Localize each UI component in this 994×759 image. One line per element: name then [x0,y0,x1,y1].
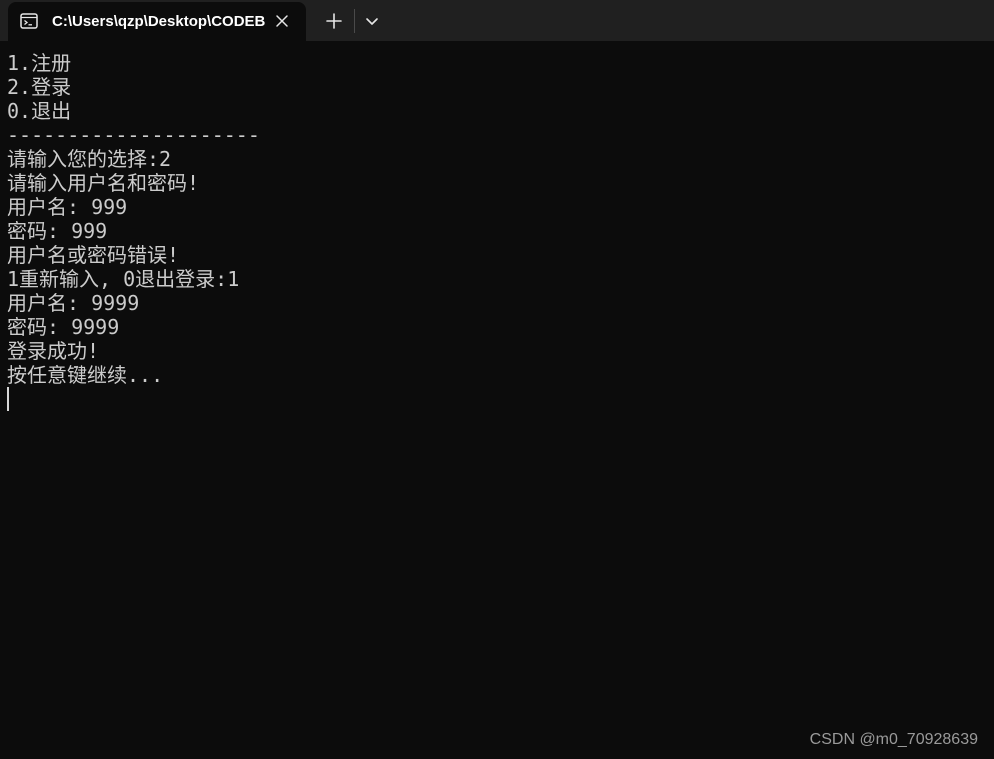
tab-title: C:\Users\qzp\Desktop\CODEB [52,13,266,30]
tab-active[interactable]: C:\Users\qzp\Desktop\CODEB [8,2,306,41]
title-bar: C:\Users\qzp\Desktop\CODEB [0,0,994,41]
console-line: 1.注册 [7,51,72,75]
terminal-icon [20,13,38,29]
console-line: 1重新输入, 0退出登录:1 [7,267,240,291]
console-line: 登录成功! [7,339,100,363]
console-line: 按任意键继续... [7,363,164,387]
chevron-down-icon[interactable] [360,7,384,35]
close-icon[interactable] [272,11,292,31]
plus-icon[interactable] [320,7,348,35]
console-line: --------------------- [7,123,260,147]
console-line: 用户名: 9999 [7,291,140,315]
text-cursor [7,387,9,411]
titlebar-divider [354,9,355,33]
console-line: 0.退出 [7,99,72,123]
console-line: 请输入您的选择:2 [7,147,172,171]
console-line: 用户名: 999 [7,195,128,219]
terminal-window: C:\Users\qzp\Desktop\CODEB 1.注册 2.登录 0.退… [0,0,994,759]
console-line: 请输入用户名和密码! [7,171,200,195]
console-line: 密码: 999 [7,219,108,243]
watermark: CSDN @m0_70928639 [809,731,978,748]
console-output[interactable]: 1.注册 2.登录 0.退出 --------------------- 请输入… [0,41,994,759]
console-line: 2.登录 [7,75,72,99]
console-line: 用户名或密码错误! [7,243,180,267]
console-line: 密码: 9999 [7,315,120,339]
